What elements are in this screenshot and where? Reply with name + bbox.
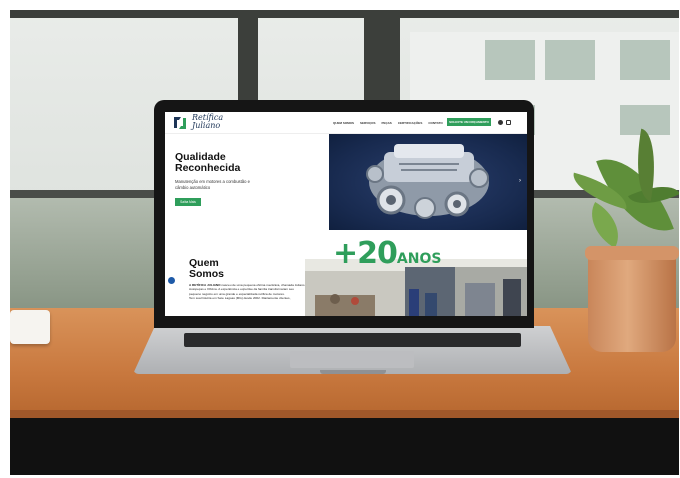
facebook-icon[interactable]: [498, 120, 503, 125]
engine-illustration: [366, 144, 489, 219]
hero-subtitle: Manutenção em motores a combustão e câmb…: [175, 179, 250, 190]
about-title-line-2: Somos: [189, 268, 225, 280]
hero-text: Qualidade Reconhecida Manutenção em moto…: [175, 152, 255, 190]
quote-button[interactable]: SOLICITE UM ORÇAMENTO: [447, 118, 491, 126]
hero-title: Qualidade Reconhecida: [175, 151, 241, 174]
logo-text[interactable]: Retífica Juliano: [192, 114, 223, 130]
laptop-lip: [320, 370, 386, 374]
about-brand: A RETÍFICA JULIANO: [189, 283, 221, 287]
accessibility-icon[interactable]: [167, 276, 176, 285]
twenty-years-badge: +20ANOS: [333, 239, 441, 274]
about-title: Quem Somos: [189, 258, 224, 280]
chevron-right-icon[interactable]: ›: [519, 178, 521, 184]
logo-mark-icon[interactable]: [172, 116, 188, 130]
about-paragraph-2: Tem sua história em Sete Lagoas (MG) des…: [189, 296, 291, 301]
badge-anos: ANOS: [396, 251, 442, 267]
site-header: Retífica Juliano QUEM SOMOS SERVIÇOS PEÇ…: [165, 112, 527, 134]
plant-pot-rim: [585, 246, 679, 260]
about-paragraph: A RETÍFICA JULIANO nasceu de uma pequena…: [189, 283, 305, 301]
nav-item-contato[interactable]: CONTATO: [428, 121, 442, 125]
nav-item-servicos[interactable]: SERVIÇOS: [360, 121, 375, 125]
nav-item-pecas[interactable]: PEÇAS: [381, 121, 391, 125]
plant-pot: [588, 250, 676, 352]
about-paragraph-1: A RETÍFICA JULIANO nasceu de uma pequena…: [189, 283, 305, 296]
instagram-icon[interactable]: [506, 120, 511, 125]
laptop-trackpad: [290, 351, 414, 368]
badge-number: +20: [333, 236, 398, 271]
tablet-device: [10, 310, 50, 344]
hero-engine-image: ›: [329, 134, 527, 230]
learn-more-button[interactable]: Saiba Mais: [175, 198, 201, 206]
website-screen: Retífica Juliano QUEM SOMOS SERVIÇOS PEÇ…: [165, 112, 527, 316]
building-window: [620, 40, 670, 80]
main-nav: QUEM SOMOS SERVIÇOS PEÇAS CERTIFICAÇÕES …: [333, 121, 443, 125]
nav-item-quem-somos[interactable]: QUEM SOMOS: [333, 121, 354, 125]
logo-line-2: Juliano: [192, 121, 221, 130]
floor-shadow: [10, 418, 679, 475]
laptop-keyboard: [184, 333, 521, 347]
building-window: [485, 40, 535, 80]
building-window: [545, 40, 595, 80]
nav-item-certificacoes[interactable]: CERTIFICAÇÕES: [398, 121, 423, 125]
window-frame: [10, 10, 679, 18]
desk-edge: [10, 410, 679, 418]
